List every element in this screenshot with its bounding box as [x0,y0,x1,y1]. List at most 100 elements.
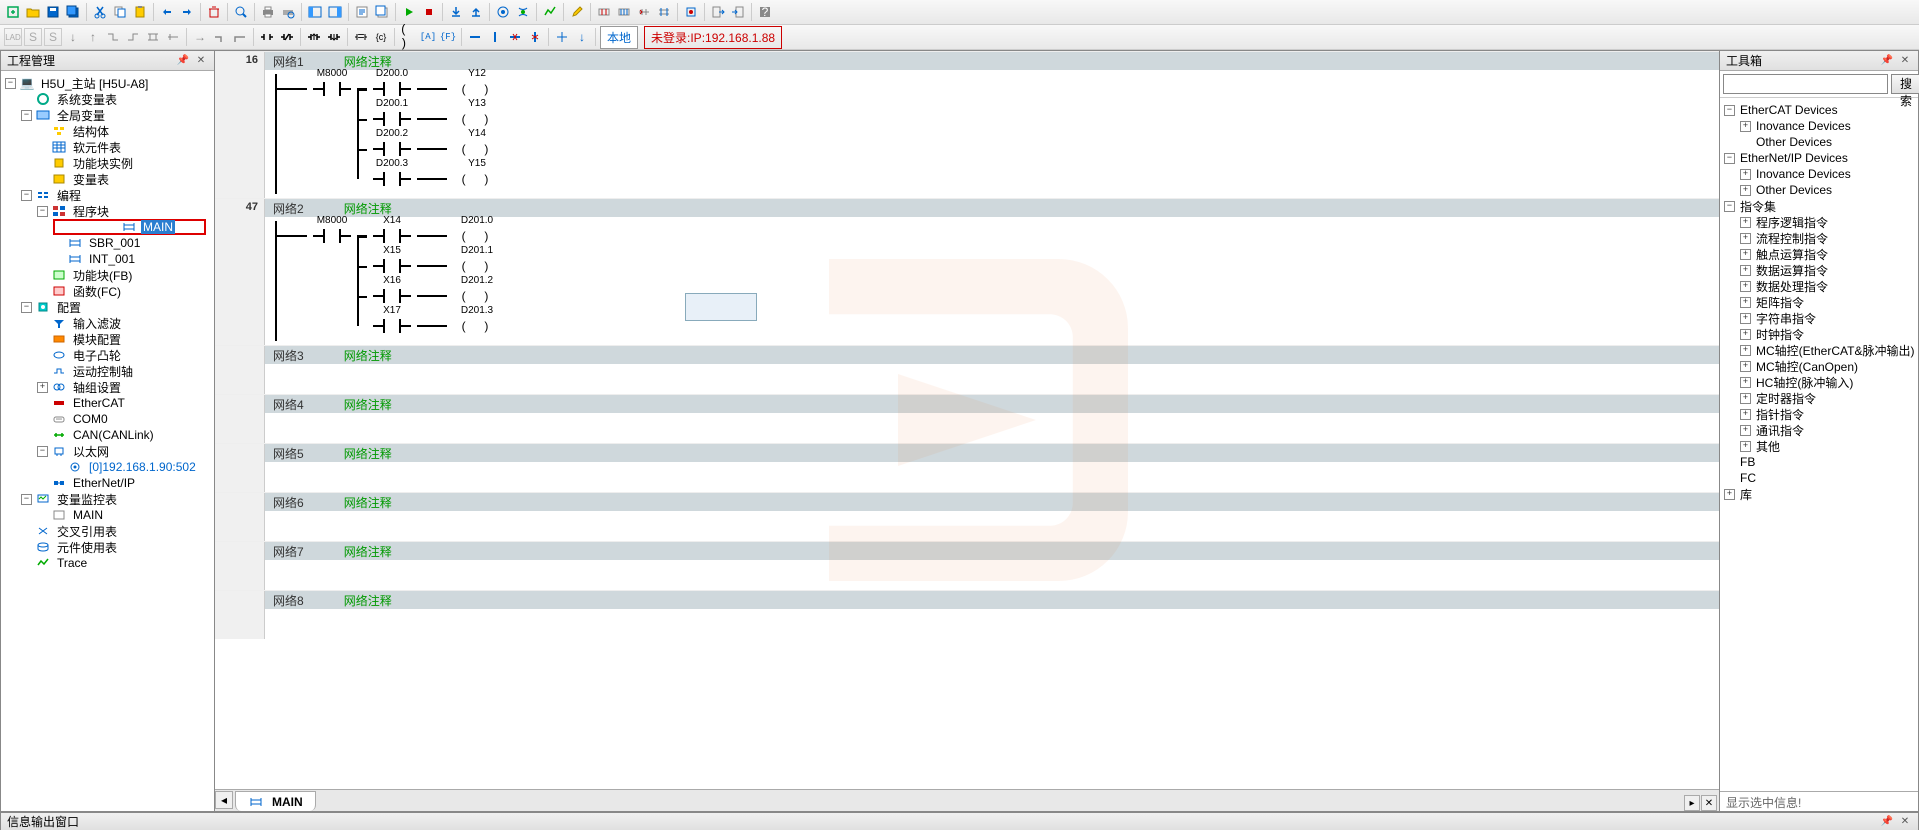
tree-mon-main[interactable]: MAIN [1,507,214,523]
network-body[interactable] [265,364,1719,394]
fb-call-icon[interactable]: {c} [372,28,390,46]
coil[interactable]: Y14 ( ) [447,142,507,156]
network-comment[interactable]: 网络注释 [344,53,392,70]
toolbox-i3[interactable]: +触点运算指令 [1720,246,1918,262]
cut-icon[interactable] [91,3,109,21]
tree-fc[interactable]: 函数(FC) [1,283,214,299]
network-comment[interactable]: 网络注释 [344,543,392,560]
redo-icon[interactable] [178,3,196,21]
run-icon[interactable] [400,3,418,21]
close-icon[interactable]: ✕ [194,54,208,68]
arrow-down-icon[interactable]: ↓ [64,28,82,46]
coil[interactable]: D201.0 ( ) [447,229,507,243]
tree-ecam[interactable]: 电子凸轮 [1,347,214,363]
tab-main[interactable]: MAIN [235,791,316,811]
tree-softcomp[interactable]: 软元件表 [1,139,214,155]
tab-scroll-left[interactable]: ◂ [215,791,233,809]
window1-icon[interactable] [306,3,324,21]
network-body[interactable]: M8000 D200.0 Y12 ( ) D200.1 Y13 ( ) [265,70,1719,198]
paste-icon[interactable] [131,3,149,21]
project-tree[interactable]: −💻H5U_主站 [H5U-A8] 系统变量表 −全局变量 结构体 软元件表 功… [1,71,214,811]
contact[interactable]: X15 [367,259,417,273]
toolbox-lib[interactable]: +库 [1720,486,1918,502]
close-icon[interactable]: ✕ [1898,815,1912,829]
ladder-editor[interactable]: 16 网络1 网络注释 M8000 D200.0 Y12 ( ) [215,51,1719,789]
fb-icon[interactable]: [A] [419,28,437,46]
pin-icon[interactable]: 📌 [1880,54,1894,68]
tree-enetip[interactable]: EtherNet/IP [1,475,214,491]
tree-fb[interactable]: 功能块(FB) [1,267,214,283]
undo-icon[interactable] [158,3,176,21]
print-icon[interactable] [259,3,277,21]
contact-cmp-icon[interactable]: = [352,28,370,46]
rung-icon[interactable] [164,28,182,46]
s-icon[interactable]: S [24,28,42,46]
tree-config[interactable]: −配置 [1,299,214,315]
toolbox-ecat-inov[interactable]: +Inovance Devices [1720,118,1918,134]
copy-icon[interactable] [111,3,129,21]
tree-program[interactable]: −编程 [1,187,214,203]
help-icon[interactable]: ? [756,3,774,21]
toolbox-fc[interactable]: FC [1720,470,1918,486]
tree-usage[interactable]: 元件使用表 [1,539,214,555]
tree-xref[interactable]: 交叉引用表 [1,523,214,539]
toolbox-i5[interactable]: +数据处理指令 [1720,278,1918,294]
tree-fbinst[interactable]: 功能块实例 [1,155,214,171]
s2-icon[interactable]: S [44,28,62,46]
toolbox-ecat-other[interactable]: Other Devices [1720,134,1918,150]
tool2-icon[interactable] [615,3,633,21]
tab-close[interactable]: ✕ [1701,795,1717,811]
tree-com0[interactable]: COM0 [1,411,214,427]
arrow-up-icon[interactable]: ↑ [84,28,102,46]
network-body[interactable]: M8000 X14 D201.0 ( ) X15 D201.1 ( ) [265,217,1719,345]
pin-icon[interactable]: 📌 [176,54,190,68]
save-all-icon[interactable] [64,3,82,21]
toolbox-i15[interactable]: +其他 [1720,438,1918,454]
network-comment[interactable]: 网络注释 [344,445,392,462]
tree-vartable[interactable]: 变量表 [1,171,214,187]
toolbox-tree[interactable]: −EtherCAT Devices +Inovance Devices Othe… [1720,98,1918,791]
network-header[interactable]: 网络5 网络注释 [265,444,1719,462]
coil[interactable]: Y12 ( ) [447,82,507,96]
func-icon[interactable]: {F} [439,28,457,46]
contact[interactable]: X17 [367,319,417,333]
tree-ethernet[interactable]: −以太网 [1,443,214,459]
compile-all-icon[interactable] [373,3,391,21]
stop-icon[interactable] [420,3,438,21]
ladder-rung[interactable]: X17 D201.3 ( ) [275,311,1709,341]
tree-sysvar[interactable]: 系统变量表 [1,91,214,107]
print-preview-icon[interactable] [279,3,297,21]
tab-scroll-right[interactable]: ▸ [1684,795,1700,811]
toolbox-i10[interactable]: +MC轴控(CanOpen) [1720,358,1918,374]
upload-icon[interactable] [467,3,485,21]
toolbox-search-button[interactable]: 搜索 [1891,74,1919,94]
del-vline-icon[interactable] [526,28,544,46]
tool5-icon[interactable] [682,3,700,21]
toolbox-i4[interactable]: +数据运算指令 [1720,262,1918,278]
open-icon[interactable] [24,3,42,21]
tree-modulecfg[interactable]: 模块配置 [1,331,214,347]
network-body[interactable] [265,413,1719,443]
coil-icon[interactable]: ( ) [399,28,417,46]
toolbox-i11[interactable]: +HC轴控(脉冲输入) [1720,374,1918,390]
ladder-rung[interactable]: M8000 D200.0 Y12 ( ) [275,74,1709,104]
pin-icon[interactable]: 📌 [1880,815,1894,829]
contact[interactable]: D200.1 [367,112,417,126]
ladder-rung[interactable]: D200.2 Y14 ( ) [275,134,1709,164]
toolbox-i14[interactable]: +通讯指令 [1720,422,1918,438]
toolbox-i1[interactable]: +程序逻辑指令 [1720,214,1918,230]
online-icon[interactable] [514,3,532,21]
tree-globalvar[interactable]: −全局变量 [1,107,214,123]
coil[interactable]: Y15 ( ) [447,172,507,186]
edit-icon[interactable] [568,3,586,21]
delete-icon[interactable] [205,3,223,21]
save-icon[interactable] [44,3,62,21]
exit-icon[interactable] [709,3,727,21]
branch-icon[interactable] [144,28,162,46]
tool4-icon[interactable] [655,3,673,21]
tree-eth-item[interactable]: [0]192.168.1.90:502 [1,459,214,475]
contact-n-icon[interactable] [325,28,343,46]
contact[interactable]: X16 [367,289,417,303]
ladder-rung[interactable]: D200.3 Y15 ( ) [275,164,1709,194]
network-comment[interactable]: 网络注释 [344,396,392,413]
